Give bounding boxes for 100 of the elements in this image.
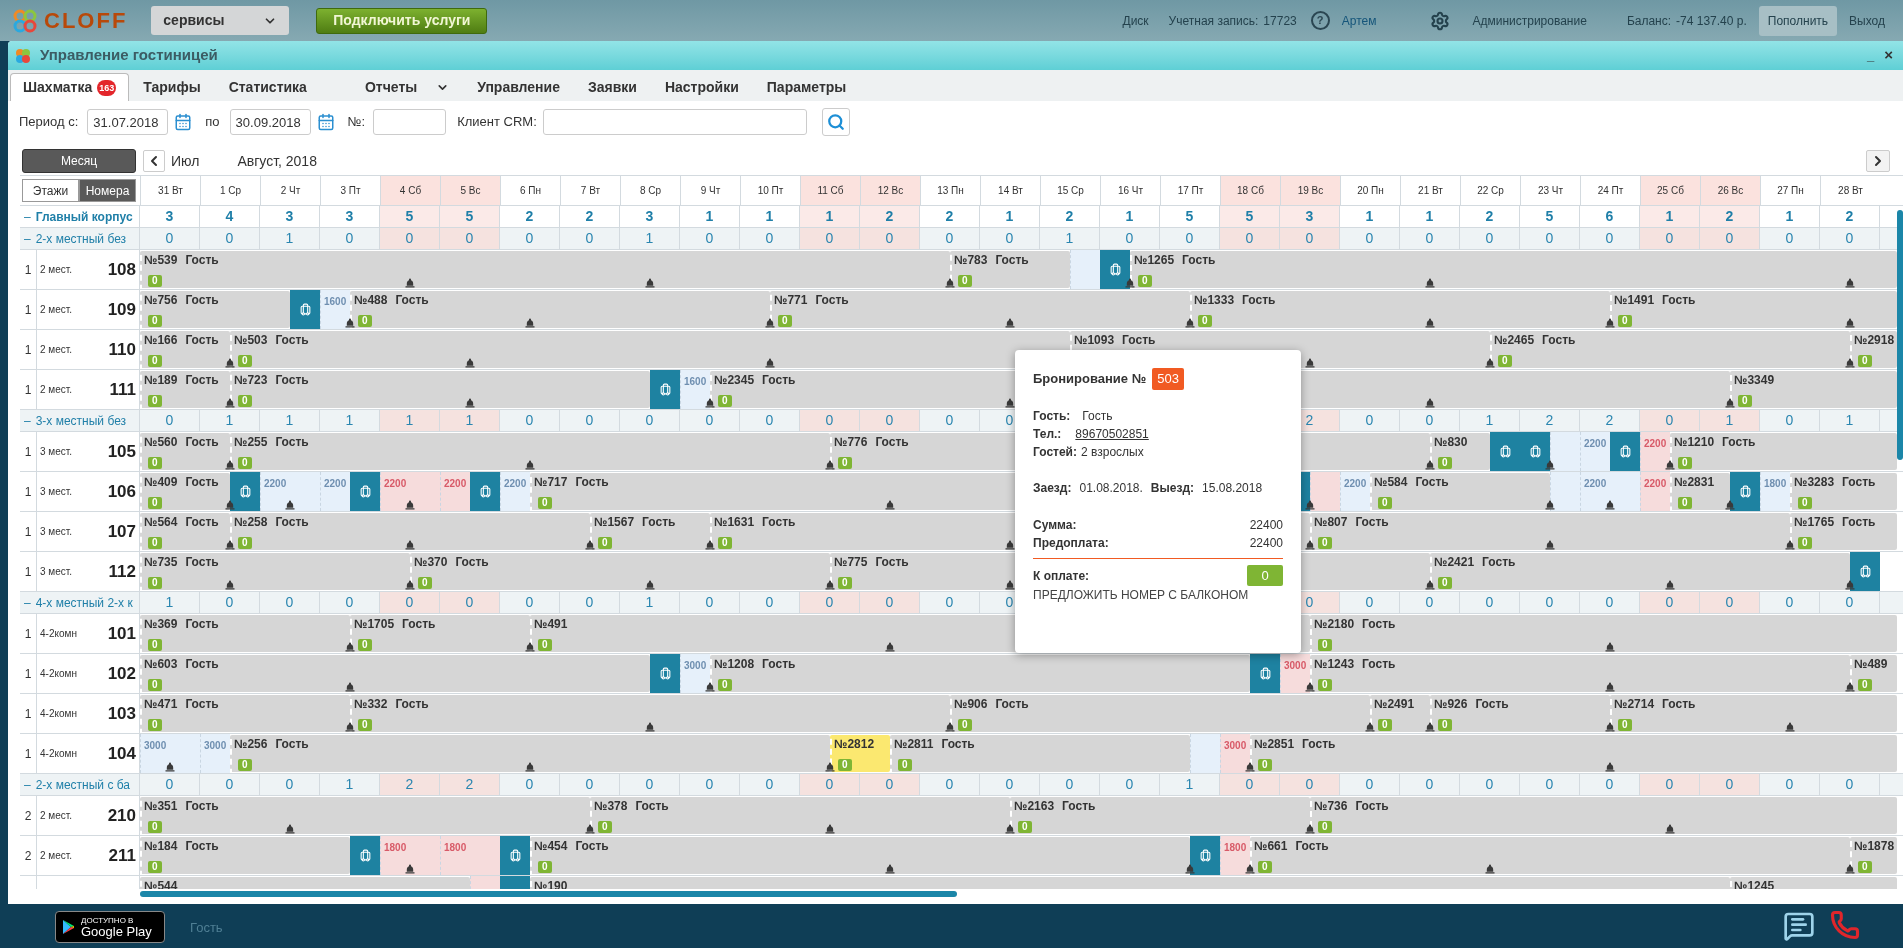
booking-number: №378 xyxy=(594,799,628,814)
free-count: 0 xyxy=(945,411,954,430)
free-count: 0 xyxy=(1665,229,1674,248)
free-count: 5 xyxy=(1545,207,1554,226)
window-title: Управление гостиницей xyxy=(40,45,218,66)
booking-number: №184 xyxy=(144,839,178,854)
room-type: 2 мест. xyxy=(40,383,73,397)
free-count: 0 xyxy=(705,593,714,612)
booking-number: №756 xyxy=(144,293,178,308)
payment-badge: 0 xyxy=(238,537,252,549)
floor-number: 2 xyxy=(24,807,32,825)
booking-number: №1093 xyxy=(1074,333,1115,348)
building-name: Главный корпус xyxy=(35,208,133,226)
guest-name: Гость xyxy=(1722,435,1756,450)
free-count: 1 xyxy=(345,775,354,794)
free-count: 3 xyxy=(345,207,354,226)
booking-number: №2812 xyxy=(834,737,875,752)
payment-badge: 0 xyxy=(1018,821,1032,833)
payment-badge: 0 xyxy=(898,759,912,771)
payment-badge: 0 xyxy=(1678,457,1692,469)
payment-badge: 0 xyxy=(358,315,372,327)
payment-badge: 0 xyxy=(148,821,162,833)
guest-name: Гость xyxy=(762,373,796,388)
payment-badge: 0 xyxy=(1258,861,1272,873)
payment-badge: 0 xyxy=(148,577,162,589)
free-count: 0 xyxy=(1725,775,1734,794)
account-number: 17723 xyxy=(1263,12,1297,30)
guest-name: Гость xyxy=(635,799,669,814)
payment-badge: 0 xyxy=(1858,861,1872,873)
guest-name: Гость xyxy=(995,697,1029,712)
period-to-label: по xyxy=(205,113,220,132)
day-header: 26 Вс xyxy=(1700,176,1760,205)
price: 2200 xyxy=(1344,478,1367,490)
free-count: 2 xyxy=(405,775,414,794)
free-count: 0 xyxy=(165,775,174,794)
free-count: 0 xyxy=(585,411,594,430)
guest-name: Гость xyxy=(1415,475,1449,490)
booking-number: №1265 xyxy=(1134,253,1175,268)
room-type: 4-2комн xyxy=(40,747,77,761)
free-count: 1 xyxy=(825,207,834,226)
price: 2200 xyxy=(1644,438,1667,450)
guest-name: Гость xyxy=(185,839,219,854)
payment-badge: 0 xyxy=(1318,821,1332,833)
free-count: 3 xyxy=(645,207,654,226)
payment-badge: 0 xyxy=(1798,497,1812,509)
free-count: 0 xyxy=(705,775,714,794)
free-count: 0 xyxy=(525,229,534,248)
free-count: 0 xyxy=(585,229,594,248)
room-type: 3 мест. xyxy=(40,485,73,499)
floor-number: 1 xyxy=(24,483,32,501)
payment-badge: 0 xyxy=(538,639,552,651)
field-label: Сумма: xyxy=(1033,517,1077,534)
day-header: 12 Вс xyxy=(860,176,920,205)
free-count: 2 xyxy=(465,775,474,794)
guest-name: Гость xyxy=(1355,515,1389,530)
free-count: 1 xyxy=(1125,207,1134,226)
price: 1800 xyxy=(1764,478,1787,490)
free-count: 0 xyxy=(825,775,834,794)
room-type: 2 мест. xyxy=(40,849,73,863)
free-count: 0 xyxy=(1785,229,1794,248)
booking-number: №735 xyxy=(144,555,178,570)
payment-badge: 0 xyxy=(1378,719,1392,731)
free-count: 0 xyxy=(705,411,714,430)
free-count: 2 xyxy=(1065,207,1074,226)
booking-number: №2345 xyxy=(714,373,755,388)
free-count: 1 xyxy=(285,229,294,248)
booking-number: №736 xyxy=(1314,799,1348,814)
free-count: 1 xyxy=(1665,207,1674,226)
due-amount-badge: 0 xyxy=(1247,565,1283,586)
room-type: 2 мест. xyxy=(40,263,73,277)
free-count: 2 xyxy=(1305,411,1314,430)
field-label: Выезд: xyxy=(1150,480,1195,497)
field-value: 22400 xyxy=(1249,517,1283,534)
booking-number: №1243 xyxy=(1314,657,1355,672)
free-count: 5 xyxy=(1185,207,1194,226)
free-count: 0 xyxy=(1725,593,1734,612)
room-type: 4-2комн xyxy=(40,627,77,641)
free-count: 0 xyxy=(1365,775,1374,794)
payment-badge: 0 xyxy=(838,577,852,589)
balance-label: Баланс: xyxy=(1626,12,1672,30)
booking-number-badge: 503 xyxy=(1152,368,1184,390)
free-count: 1 xyxy=(1725,411,1734,430)
guest-name: Гость xyxy=(1482,555,1516,570)
guest-name: Гость xyxy=(1122,333,1156,348)
room-type: 3 мест. xyxy=(40,525,73,539)
booking-number: №723 xyxy=(234,373,268,388)
price: 2200 xyxy=(1584,478,1607,490)
free-count: 0 xyxy=(405,593,414,612)
guest-name: Гость xyxy=(642,515,676,530)
free-count: 0 xyxy=(1725,229,1734,248)
guest-name: Гость xyxy=(941,737,975,752)
payment-badge: 0 xyxy=(778,315,792,327)
booking-number: №783 xyxy=(954,253,988,268)
guest-name: Гость xyxy=(1355,799,1389,814)
payment-badge: 0 xyxy=(1438,719,1452,731)
payment-badge: 0 xyxy=(238,355,252,367)
payment-badge: 0 xyxy=(1438,457,1452,469)
payment-badge: 0 xyxy=(1678,497,1692,509)
field-value: 2 взрослых xyxy=(1081,444,1144,461)
booking-number: №1491 xyxy=(1614,293,1655,308)
